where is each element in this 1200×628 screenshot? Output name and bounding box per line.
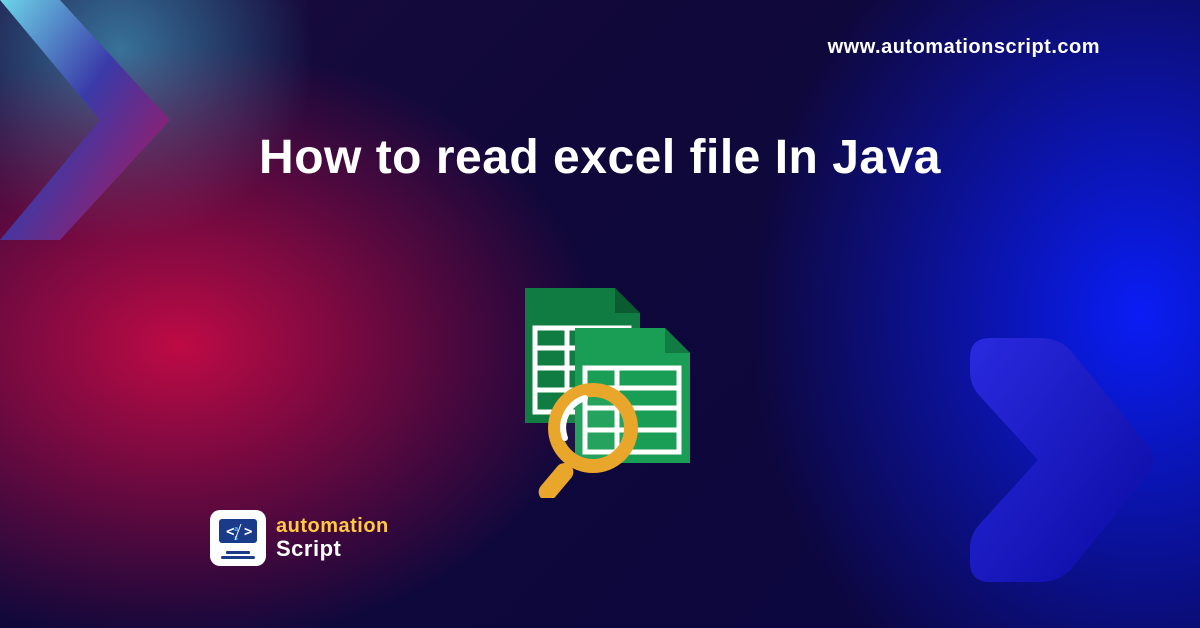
spreadsheet-search-icon — [485, 268, 715, 498]
brand-logo: < a s > automation Script — [210, 510, 389, 566]
website-url: www.automationscript.com — [828, 36, 1100, 59]
decorative-chevron-top-left — [0, 0, 190, 260]
page-title: How to read excel file In Java — [259, 130, 941, 185]
logo-badge-icon: < a s > — [210, 510, 266, 566]
logo-text-line2: Script — [276, 538, 389, 560]
logo-text-line1: automation — [276, 516, 389, 536]
decorative-chevron-bottom-right — [950, 328, 1160, 588]
svg-text:>: > — [244, 524, 252, 540]
